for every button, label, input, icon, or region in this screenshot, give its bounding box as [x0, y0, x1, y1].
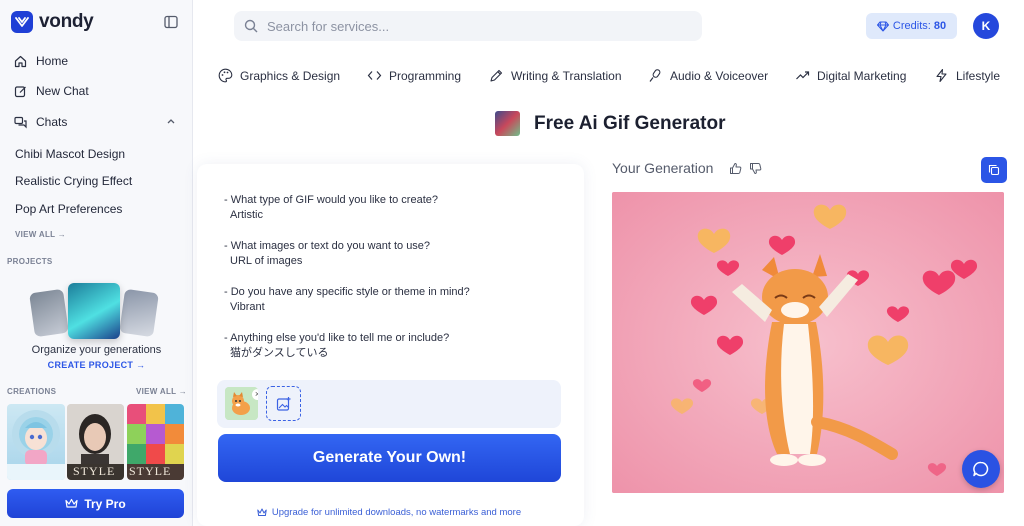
chats-view-all-link[interactable]: VIEW ALL →	[15, 230, 66, 239]
creation-thumb-caption: STYLE	[73, 464, 116, 478]
qa-block: - What images or text do you want to use…	[224, 239, 430, 269]
home-icon	[14, 55, 27, 67]
tab-label: Programming	[389, 68, 462, 83]
sidebar-item-new-chat[interactable]: New Chat	[14, 84, 89, 98]
sidebar-item-chats[interactable]: Chats	[14, 115, 67, 129]
projects-illustration	[29, 279, 162, 341]
upgrade-text: Upgrade for unlimited downloads, no wate…	[271, 507, 522, 518]
qa-block: - Do you have any specific style or them…	[224, 285, 470, 315]
creation-thumb[interactable]	[7, 404, 65, 480]
qa-block: - Anything else you'd like to tell me or…	[224, 331, 449, 361]
generated-gif-image[interactable]	[612, 192, 1004, 493]
sidebar-item-label: Chats	[36, 115, 68, 129]
tab-label: Audio & Voiceover	[670, 68, 769, 83]
avatar[interactable]: K	[973, 13, 999, 39]
palette-icon	[218, 68, 233, 83]
dancing-cat-illustration	[612, 192, 1004, 493]
sidebar-item-label: New Chat	[36, 84, 89, 98]
chat-item[interactable]: Pop Art Preferences	[15, 202, 122, 216]
crown-icon	[257, 508, 267, 516]
creation-thumb[interactable]: STYLE	[67, 404, 124, 480]
page-header: Free Ai Gif Generator	[495, 111, 725, 136]
crown-icon	[65, 498, 78, 508]
credits-badge[interactable]: Credits: 80	[866, 13, 957, 39]
code-icon	[367, 71, 382, 80]
tab-digital-marketing[interactable]: Digital Marketing	[795, 68, 906, 83]
page-title: Free Ai Gif Generator	[534, 112, 726, 134]
chat-bubble-icon	[973, 461, 989, 477]
question-text: - What type of GIF would you like to cre…	[224, 194, 438, 206]
thumbs-down-icon[interactable]	[749, 162, 762, 175]
sidebar-item-label: Home	[36, 54, 69, 68]
microphone-icon	[649, 69, 661, 82]
creation-thumb-caption: STYLE	[129, 464, 172, 478]
creations-heading: CREATIONS	[7, 387, 57, 396]
add-image-button[interactable]	[266, 386, 301, 421]
upgrade-link[interactable]: Upgrade for unlimited downloads, no wate…	[217, 507, 561, 518]
chat-item[interactable]: Chibi Mascot Design	[15, 147, 125, 161]
try-pro-button[interactable]: Try Pro	[7, 489, 184, 518]
tab-lifestyle[interactable]: Lifestyle	[934, 68, 1000, 83]
tab-audio-voiceover[interactable]: Audio & Voiceover	[648, 68, 768, 83]
credits-label: Credits:	[892, 20, 931, 32]
tab-label: Writing & Translation	[511, 68, 622, 83]
create-project-link[interactable]: CREATE PROJECT →	[0, 360, 193, 370]
answer-text: Vibrant	[230, 301, 265, 313]
chibi-character-image	[7, 410, 65, 480]
search-icon	[244, 19, 258, 33]
creations-view-all-link[interactable]: VIEW ALL →	[136, 387, 187, 396]
question-text: - Do you have any specific style or them…	[224, 286, 470, 298]
tab-programming[interactable]: Programming	[367, 68, 461, 83]
image-upload-row: ×	[217, 380, 561, 428]
answer-text: URL of images	[230, 255, 303, 267]
trending-up-icon	[796, 71, 810, 80]
tab-writing-translation[interactable]: Writing & Translation	[489, 68, 622, 83]
try-pro-label: Try Pro	[84, 496, 126, 511]
copy-icon	[988, 164, 1000, 176]
chats-icon	[14, 116, 27, 128]
tool-thumbnail-image	[495, 111, 520, 136]
chat-support-button[interactable]	[962, 450, 1000, 488]
generate-button[interactable]: Generate Your Own!	[218, 434, 561, 482]
search-input[interactable]	[267, 18, 667, 34]
question-text: - Anything else you'd like to tell me or…	[224, 332, 450, 344]
edit-icon	[14, 85, 26, 97]
sidebar-toggle-icon[interactable]	[164, 15, 178, 29]
logo[interactable]: vondy	[11, 11, 94, 33]
chevron-up-icon[interactable]	[166, 117, 176, 125]
tab-label: Digital Marketing	[817, 68, 907, 83]
result-heading: Your Generation	[612, 160, 714, 176]
sidebar: vondy Home New Chat Chats Chibi Mascot D…	[0, 0, 193, 526]
copy-button[interactable]	[981, 157, 1007, 183]
tab-label: Lifestyle	[956, 68, 1001, 83]
tab-label: Graphics & Design	[240, 68, 341, 83]
uploaded-image[interactable]: ×	[225, 387, 258, 420]
projects-heading: PROJECTS	[7, 257, 53, 266]
brand-name: vondy	[39, 11, 94, 32]
sidebar-item-home[interactable]: Home	[14, 54, 68, 68]
image-plus-icon	[276, 396, 290, 411]
search-bar[interactable]	[234, 11, 702, 41]
answer-text: Artistic	[230, 209, 263, 221]
lightning-icon	[936, 68, 947, 83]
vondy-logo-icon	[11, 11, 33, 33]
pen-icon	[490, 69, 503, 82]
credits-value: 80	[933, 20, 947, 32]
tab-graphics-design[interactable]: Graphics & Design	[218, 68, 340, 83]
answer-text: 猫がダンスしている	[230, 347, 329, 359]
creation-thumb[interactable]: STYLE	[127, 404, 184, 480]
projects-description: Organize your generations	[31, 344, 162, 356]
thumbs-up-icon[interactable]	[729, 162, 742, 175]
diamond-icon	[876, 21, 889, 31]
question-text: - What images or text do you want to use…	[224, 240, 431, 252]
remove-image-icon[interactable]: ×	[252, 389, 258, 400]
chat-item[interactable]: Realistic Crying Effect	[15, 174, 132, 188]
qa-block: - What type of GIF would you like to cre…	[224, 193, 438, 223]
